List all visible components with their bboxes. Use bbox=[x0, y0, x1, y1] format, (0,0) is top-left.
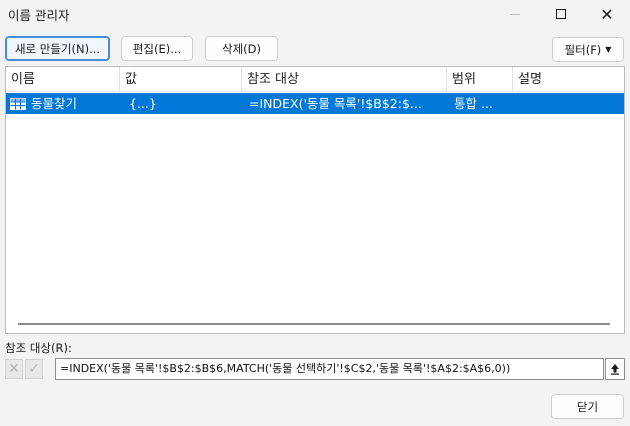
cell-refers-to: =INDEX('동물 목록'!$B$2:$... bbox=[249, 96, 422, 111]
filter-button[interactable]: 필터(F) ▼ bbox=[552, 37, 624, 62]
table-name-icon bbox=[10, 98, 26, 110]
refers-to-label: 참조 대상(R): bbox=[5, 341, 72, 355]
collapse-up-arrow-icon bbox=[611, 364, 619, 375]
cell-value: {...} bbox=[129, 96, 157, 111]
maximize-icon bbox=[556, 9, 566, 19]
column-header-scope[interactable]: 범위 bbox=[447, 67, 513, 92]
new-name-label: 새로 만들기(N)... bbox=[14, 41, 101, 56]
cancel-x-icon: ✕ bbox=[8, 361, 20, 377]
refers-to-input[interactable]: =INDEX('동물 목록'!$B$2:$B$6,MATCH('동물 선택하기'… bbox=[55, 358, 604, 380]
checkmark-icon: ✓ bbox=[28, 361, 40, 377]
names-list[interactable]: 이름 값 참조 대상 범위 설명 동물찾기 {...} =INDEX('동물 목… bbox=[5, 66, 625, 334]
minimize-icon bbox=[510, 13, 520, 15]
filter-label: 필터(F) bbox=[564, 42, 602, 57]
edit-name-button[interactable]: 편집(E)... bbox=[121, 36, 193, 61]
maximize-button[interactable] bbox=[538, 0, 584, 28]
minimize-button[interactable] bbox=[492, 0, 538, 28]
cell-name: 동물찾기 bbox=[31, 96, 78, 111]
close-label: 닫기 bbox=[576, 399, 599, 414]
list-item[interactable]: 동물찾기 {...} =INDEX('동물 목록'!$B$2:$... 통합 .… bbox=[6, 93, 624, 114]
confirm-edit-button[interactable]: ✓ bbox=[25, 359, 43, 379]
column-header-value[interactable]: 값 bbox=[120, 67, 242, 92]
cell-scope: 통합 ... bbox=[454, 96, 493, 111]
column-header-name[interactable]: 이름 bbox=[6, 67, 120, 92]
list-header: 이름 값 참조 대상 범위 설명 bbox=[6, 67, 624, 92]
delete-name-button[interactable]: 삭제(D) bbox=[205, 36, 278, 61]
window-title: 이름 관리자 bbox=[8, 8, 70, 23]
chevron-down-icon: ▼ bbox=[605, 45, 612, 54]
horizontal-scrollbar[interactable] bbox=[18, 323, 610, 325]
edit-name-label: 편집(E)... bbox=[132, 41, 182, 56]
delete-name-label: 삭제(D) bbox=[222, 41, 261, 56]
cancel-edit-button[interactable]: ✕ bbox=[5, 359, 23, 379]
title-bar: 이름 관리자 ✕ bbox=[0, 0, 630, 28]
close-icon: ✕ bbox=[600, 4, 614, 24]
column-header-refers-to[interactable]: 참조 대상 bbox=[242, 67, 447, 92]
cell-comment bbox=[515, 93, 624, 114]
close-button[interactable]: 닫기 bbox=[551, 394, 624, 419]
close-window-button[interactable]: ✕ bbox=[584, 0, 630, 28]
new-name-button[interactable]: 새로 만들기(N)... bbox=[5, 36, 110, 61]
collapse-dialog-button[interactable] bbox=[605, 358, 625, 380]
column-header-comment[interactable]: 설명 bbox=[513, 67, 624, 92]
